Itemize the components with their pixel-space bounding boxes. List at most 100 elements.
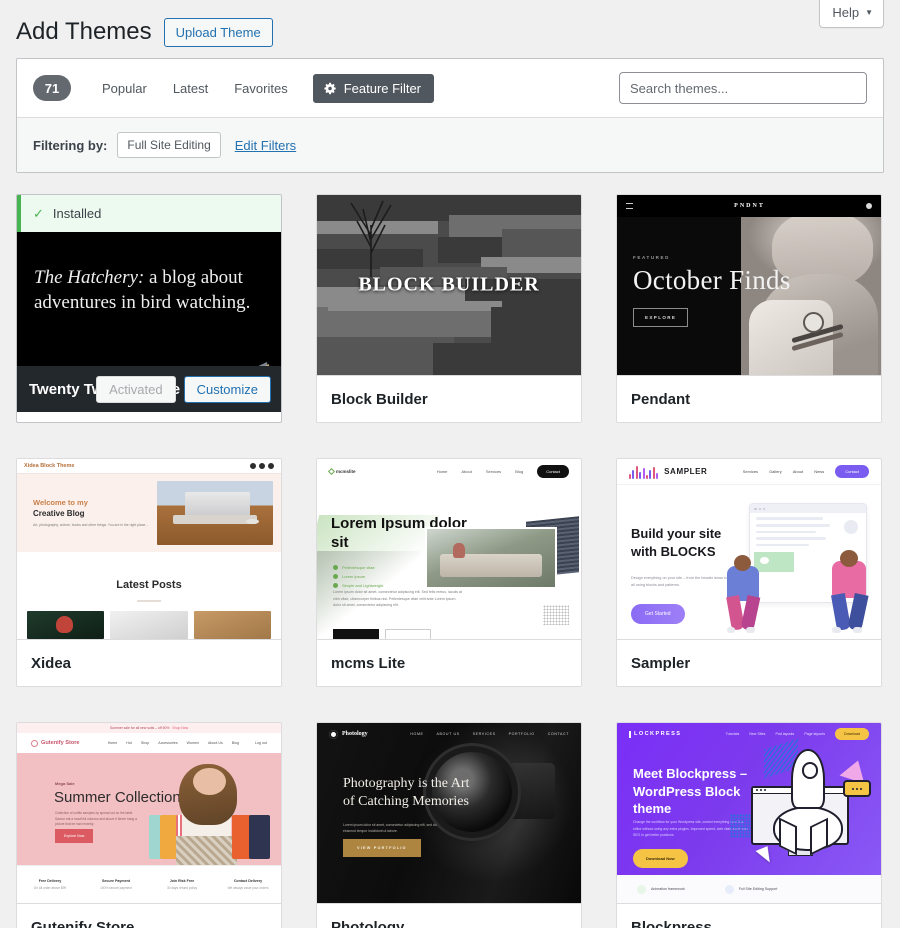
theme-screenshot[interactable]: Summer sale for all new suits – off 50% … <box>17 723 281 904</box>
preview-announcement: Summer sale for all new suits – off 50% <box>109 726 170 731</box>
preview-feature-4-sub: We always value your orders <box>227 886 269 891</box>
theme-card-footer: Gutenify Store <box>17 903 281 928</box>
preview-feature-2-title: Secure Payment <box>102 879 130 884</box>
theme-card-pendant[interactable]: PNDNT FEATURED October Finds EXPLORE Pen… <box>616 194 882 424</box>
preview-nav-home: HOME <box>410 732 424 737</box>
preview-navbar: mcmslite Home About Services Blog Contac… <box>317 459 581 483</box>
preview-nav-shop: Shop <box>140 741 150 746</box>
preview-nav-about: About Us <box>208 741 223 746</box>
theme-count-badge: 71 <box>33 75 71 101</box>
theme-card-blockpress[interactable]: LOCKPRESS Tutorials New Sites Pod layout… <box>616 722 882 928</box>
activated-button: Activated <box>96 375 176 403</box>
theme-filter-panel: 71 Popular Latest Favorites Feature Filt… <box>16 58 884 174</box>
theme-card-footer: mcms Lite <box>317 639 581 687</box>
theme-action-buttons: Activated Customize <box>96 375 271 403</box>
customize-button[interactable]: Customize <box>183 375 271 403</box>
theme-screenshot[interactable]: mcmslite Home About Services Blog Contac… <box>317 459 581 640</box>
preview-nav-accessories: Accessories <box>158 741 178 746</box>
preview-divider <box>137 600 161 603</box>
waveform-logo-icon <box>629 465 659 479</box>
preview-nav-women: Women <box>186 741 199 746</box>
theme-screenshot[interactable]: LOCKPRESS Tutorials New Sites Pod layout… <box>617 723 881 904</box>
cart-icon <box>865 203 872 210</box>
preview-feature-3-title: Join Risk Free <box>169 879 195 884</box>
search-input[interactable] <box>619 72 867 104</box>
preview-announcement-link: Shop Now <box>172 726 189 731</box>
preview-nav-about: About <box>792 469 804 475</box>
theme-name: Block Builder <box>331 390 428 408</box>
preview-heading: October Finds <box>633 265 791 296</box>
preview-kicker: Mega Sale <box>55 781 75 787</box>
gear-icon <box>324 82 336 94</box>
theme-card-gutenify-store[interactable]: Summer sale for all new suits – off 50% … <box>16 722 282 928</box>
theme-preview-blockpress: LOCKPRESS Tutorials New Sites Pod layout… <box>617 723 881 904</box>
preview-feature-4-title: Contact Delivery <box>233 879 263 884</box>
theme-card-mcms-lite[interactable]: mcmslite Home About Services Blog Contac… <box>316 458 582 688</box>
preview-nav-services: SERVICES <box>472 732 496 737</box>
upload-theme-button[interactable]: Upload Theme <box>163 17 273 47</box>
nav-popular[interactable]: Popular <box>89 75 160 102</box>
branch-icon <box>350 201 392 278</box>
theme-screenshot[interactable]: Photology HOME ABOUT US SERVICES PORTFOL… <box>317 723 581 904</box>
preview-nav-blog: Blog <box>231 741 239 746</box>
preview-nav-services: Services <box>485 468 502 474</box>
theme-screenshot[interactable]: SAMPLER Services Gallery About News Cont… <box>617 459 881 640</box>
theme-screenshot[interactable]: Xidea Block Theme Welcome to my Creative… <box>17 459 281 640</box>
preview-heading: Photography is the Art of Catching Memor… <box>343 776 470 809</box>
theme-screenshot[interactable]: PNDNT FEATURED October Finds EXPLORE <box>617 195 881 376</box>
theme-card-twenty-twenty-three[interactable]: ✓ Installed The Hatchery: a blog about a… <box>16 194 282 424</box>
preview-nav-hot: Hot <box>126 741 132 746</box>
preview-download-button: Download <box>835 728 869 741</box>
add-themes-page: Help ▼ Add Themes Upload Theme 71 Popula… <box>0 0 900 928</box>
preview-brand: Xidea Block Theme <box>24 463 75 470</box>
preview-hero: Welcome to my Creative Blog Art, photogr… <box>17 474 281 553</box>
preview-hero: FEATURED October Finds EXPLORE <box>633 255 791 327</box>
preview-nav-gallery: Gallery <box>769 469 782 475</box>
preview-photo <box>156 481 273 546</box>
theme-card-footer: Blockpress <box>617 903 881 928</box>
preview-welcome-top: Welcome to my <box>33 498 88 508</box>
theme-card-xidea[interactable]: Xidea Block Theme Welcome to my Creative… <box>16 458 282 688</box>
preview-post-thumbnails <box>27 611 271 640</box>
theme-card-photology[interactable]: Photology HOME ABOUT US SERVICES PORTFOL… <box>316 722 582 928</box>
preview-contact-button: Contact <box>835 465 869 479</box>
status-badge-label: Installed <box>52 206 102 222</box>
theme-card-block-builder[interactable]: BLOCK BUILDER Block Builder <box>316 194 582 424</box>
filter-tag-full-site-editing[interactable]: Full Site Editing <box>117 132 221 159</box>
preview-nav-home: Home <box>436 468 448 474</box>
preview-nav-services: Services <box>742 469 759 475</box>
preview-model-photo <box>138 759 275 866</box>
preview-heading-line2: with BLOCKS <box>631 543 716 559</box>
theme-preview-gutenify: Summer sale for all new suits – off 50% … <box>17 723 281 904</box>
theme-name: Blockpress <box>631 918 712 928</box>
theme-screenshot[interactable]: BLOCK BUILDER <box>317 195 581 376</box>
theme-preview-xidea: Xidea Block Theme Welcome to my Creative… <box>17 459 281 640</box>
preview-section-title: Latest Posts <box>116 579 182 592</box>
theme-screenshot[interactable]: The Hatchery: a blog about adventures in… <box>17 232 281 413</box>
theme-card-sampler[interactable]: SAMPLER Services Gallery About News Cont… <box>616 458 882 688</box>
theme-filter-toolbar: 71 Popular Latest Favorites Feature Filt… <box>17 59 883 118</box>
theme-name: mcms Lite <box>331 654 406 672</box>
preview-bullet-2: Lorem ipsum <box>342 574 366 580</box>
nav-favorites[interactable]: Favorites <box>221 75 300 102</box>
status-badge-installed: ✓ Installed <box>17 195 281 233</box>
preview-nav-new-sites: New Sites <box>749 732 766 737</box>
preview-nav-links: HOME ABOUT US SERVICES PORTFOLIO CONTACT <box>410 732 569 736</box>
help-tab-button[interactable]: Help ▼ <box>819 0 884 28</box>
theme-card-footer: Block Builder <box>317 375 581 423</box>
preview-kicker: FEATURED <box>633 255 670 261</box>
nav-latest[interactable]: Latest <box>160 75 221 102</box>
active-filters-row: Filtering by: Full Site Editing Edit Fil… <box>17 118 883 173</box>
theme-preview-pendant: PNDNT FEATURED October Finds EXPLORE <box>617 195 881 376</box>
preview-logo: PNDNT <box>734 203 765 210</box>
preview-cta-button: VIEW PORTFOLIO <box>343 839 421 858</box>
preview-navbar: PNDNT <box>617 195 881 218</box>
theme-search-wrap <box>619 72 867 104</box>
check-icon: ✓ <box>33 206 44 222</box>
preview-paragraph: Lorem ipsum dolor sit amet, consectetur … <box>333 590 463 607</box>
preview-feature-2: Full Site Editing Support <box>738 887 778 892</box>
preview-nav-home: Home <box>107 741 118 746</box>
edit-filters-link[interactable]: Edit Filters <box>235 138 296 153</box>
feature-filter-button[interactable]: Feature Filter <box>312 73 435 103</box>
preview-nav-contact: CONTACT <box>547 732 569 737</box>
